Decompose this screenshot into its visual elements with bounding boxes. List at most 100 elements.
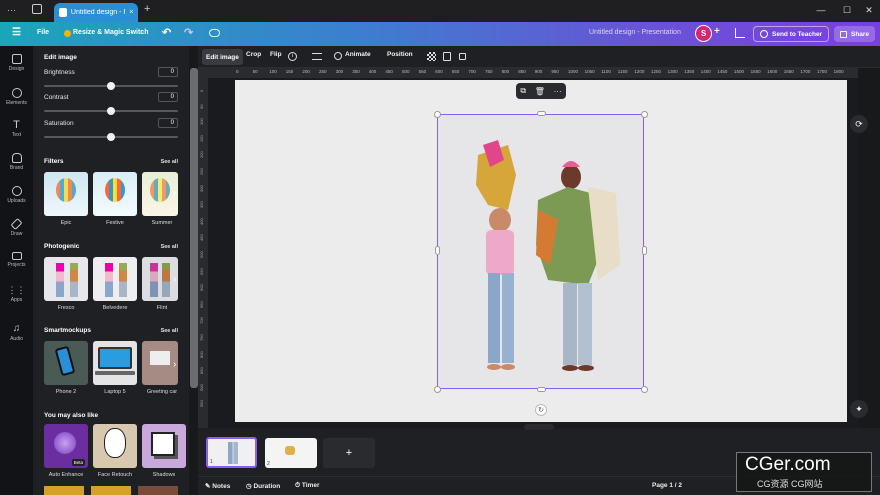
duration-button[interactable]: ◷ Duration bbox=[246, 482, 280, 490]
page-thumb-1[interactable]: 1 bbox=[206, 437, 257, 468]
share-button[interactable]: Share bbox=[834, 26, 876, 42]
mockup-thumb-phone[interactable] bbox=[44, 341, 88, 385]
resize-handle-br[interactable] bbox=[641, 386, 648, 393]
refresh-icon[interactable]: ⟳ bbox=[850, 115, 868, 133]
paint-format-icon[interactable] bbox=[443, 52, 451, 61]
brightness-slider[interactable] bbox=[44, 82, 178, 90]
avatar[interactable]: S bbox=[695, 25, 712, 42]
rail-label: Audio bbox=[10, 336, 23, 342]
beta-badge: Beta bbox=[71, 459, 85, 466]
more-apps-strip[interactable] bbox=[44, 486, 178, 495]
app-thumb-shadows[interactable] bbox=[142, 424, 186, 468]
resize-handle-bl[interactable] bbox=[434, 386, 441, 393]
slider-knob[interactable] bbox=[107, 133, 115, 141]
close-window-button[interactable]: ✕ bbox=[860, 2, 878, 18]
transparency-icon[interactable] bbox=[427, 52, 436, 61]
ruler-tick-label: 50 bbox=[199, 104, 204, 109]
maximize-button[interactable]: ☐ bbox=[838, 2, 856, 18]
app-thumb-auto-enhance[interactable]: Beta bbox=[44, 424, 88, 468]
new-tab-button[interactable]: + bbox=[144, 3, 150, 15]
magic-assistant-icon[interactable]: ✦ bbox=[850, 400, 868, 418]
rail-apps[interactable]: ⋮⋮ Apps bbox=[0, 285, 33, 303]
rail-design[interactable]: Design bbox=[0, 54, 33, 72]
mockup-thumb-laptop[interactable] bbox=[93, 341, 137, 385]
photogenic-thumb-fresco[interactable] bbox=[44, 257, 88, 301]
saturation-value[interactable]: 0 bbox=[158, 118, 178, 128]
rail-brand[interactable]: Brand bbox=[0, 153, 33, 171]
file-menu[interactable]: File bbox=[37, 29, 49, 36]
watermark: CGer.com CG资源 CG网站 bbox=[736, 452, 872, 492]
resize-handle-top[interactable] bbox=[537, 111, 546, 116]
saturation-slider[interactable] bbox=[44, 133, 178, 141]
add-page-button[interactable]: + bbox=[323, 438, 375, 468]
menu-icon[interactable]: ☰ bbox=[12, 27, 21, 38]
page-indicator[interactable]: Page 1 / 2 bbox=[652, 482, 682, 489]
document-title[interactable]: Untitled design - Presentation bbox=[589, 29, 681, 36]
tab-close-icon[interactable]: × bbox=[129, 9, 133, 16]
insights-icon[interactable] bbox=[735, 28, 745, 38]
flip-button[interactable]: Flip bbox=[270, 51, 282, 58]
border-style-icon[interactable] bbox=[312, 53, 322, 60]
more-options-icon[interactable]: ··· bbox=[554, 87, 562, 96]
browser-tab[interactable]: Untitled design - P... × bbox=[54, 3, 138, 22]
share-label: Share bbox=[851, 30, 870, 38]
minimize-button[interactable]: — bbox=[812, 2, 830, 18]
slider-knob[interactable] bbox=[107, 82, 115, 90]
rail-elements[interactable]: Elements bbox=[0, 88, 33, 106]
cloud-save-icon[interactable] bbox=[209, 29, 220, 37]
brightness-value[interactable]: 0 bbox=[158, 67, 178, 77]
app-thumb-face-retouch[interactable] bbox=[93, 424, 137, 468]
undo-icon[interactable]: ↶ bbox=[162, 26, 171, 39]
chevron-right-icon[interactable]: › bbox=[173, 359, 176, 370]
watermark-title: CGer.com bbox=[745, 454, 831, 475]
animate-button[interactable]: Animate bbox=[345, 51, 371, 58]
resize-handle-tr[interactable] bbox=[641, 111, 648, 118]
copy-icon[interactable]: ⧉ bbox=[520, 86, 526, 96]
filter-thumb-festive[interactable] bbox=[93, 172, 137, 216]
page-thumb-2[interactable]: 2 bbox=[265, 438, 317, 468]
upload-cloud-icon bbox=[11, 186, 22, 196]
contrast-value[interactable]: 0 bbox=[158, 92, 178, 102]
selected-image[interactable] bbox=[437, 114, 644, 389]
rotate-icon[interactable]: ↻ bbox=[535, 404, 547, 416]
send-to-teacher-button[interactable]: Send to Teacher bbox=[753, 26, 830, 42]
crop-button[interactable]: Crop bbox=[246, 51, 261, 58]
lock-icon[interactable] bbox=[459, 53, 466, 60]
rail-uploads[interactable]: Uploads bbox=[0, 186, 33, 204]
ruler-tick-label: 1300 bbox=[667, 69, 678, 74]
browser-menu-icon[interactable]: ··· bbox=[7, 5, 16, 15]
resize-handle-bottom[interactable] bbox=[537, 387, 546, 392]
ruler-tick-label: 500 bbox=[199, 251, 204, 258]
resize-handle-left[interactable] bbox=[435, 246, 440, 255]
edit-image-button[interactable]: Edit image bbox=[202, 49, 243, 65]
collapse-pages-handle[interactable] bbox=[524, 424, 554, 430]
contrast-slider[interactable] bbox=[44, 107, 178, 115]
smartmockups-see-all[interactable]: See all bbox=[161, 328, 178, 334]
info-icon[interactable]: i bbox=[288, 52, 297, 61]
mockup-label: Laptop 5 bbox=[104, 389, 126, 395]
app-label: Auto Enhance bbox=[48, 472, 84, 478]
rail-text[interactable]: T Text bbox=[0, 120, 33, 139]
watermark-subtitle: CG资源 CG网站 bbox=[757, 479, 823, 489]
timer-button[interactable]: ⏱ Timer bbox=[295, 482, 319, 490]
photogenic-thumb-belvedere[interactable] bbox=[93, 257, 137, 301]
position-button[interactable]: Position bbox=[387, 51, 413, 58]
trash-icon[interactable]: 🗑 bbox=[535, 87, 545, 96]
rail-projects[interactable]: Projects bbox=[0, 252, 33, 268]
resize-handle-tl[interactable] bbox=[434, 111, 441, 118]
resize-handle-right[interactable] bbox=[642, 246, 647, 255]
add-collaborator-icon[interactable]: + bbox=[714, 26, 720, 37]
slider-knob[interactable] bbox=[107, 107, 115, 115]
rail-draw[interactable]: Draw bbox=[0, 217, 33, 237]
chevron-right-icon[interactable]: › bbox=[173, 188, 176, 199]
home-icon[interactable] bbox=[32, 4, 42, 14]
panel-scrollbar[interactable] bbox=[190, 68, 198, 388]
notes-button[interactable]: ✎ Notes bbox=[205, 482, 230, 490]
filter-thumb-epic[interactable] bbox=[44, 172, 88, 216]
resize-magic-switch-button[interactable]: Resize & Magic Switch bbox=[73, 29, 148, 36]
filters-see-all[interactable]: See all bbox=[161, 159, 178, 165]
rail-audio[interactable]: ♫ Audio bbox=[0, 324, 33, 343]
redo-icon[interactable]: ↷ bbox=[184, 26, 193, 39]
chevron-right-icon[interactable]: › bbox=[173, 274, 176, 285]
photogenic-see-all[interactable]: See all bbox=[161, 244, 178, 250]
